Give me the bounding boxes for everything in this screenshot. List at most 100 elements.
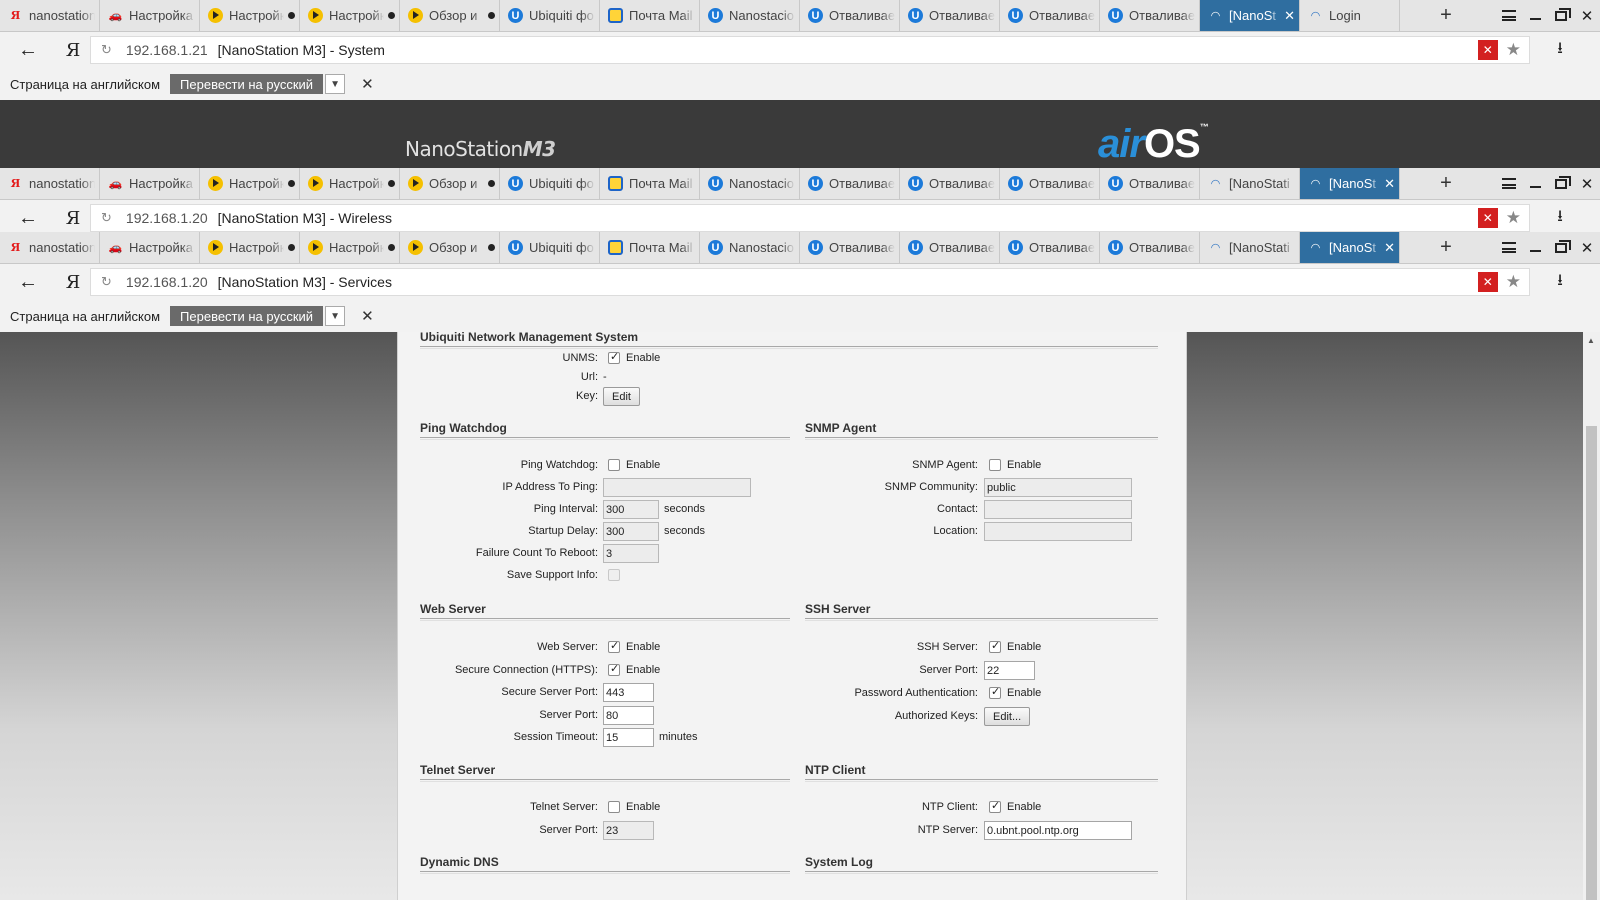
translate-close-icon[interactable]: ✕ bbox=[361, 307, 374, 325]
startup-delay-input[interactable] bbox=[603, 522, 659, 541]
reload-icon[interactable]: ↻ bbox=[101, 274, 112, 290]
authorized-keys-edit-button[interactable]: Edit... bbox=[984, 707, 1031, 726]
browser-tab[interactable]: 🚗 Настройка bbox=[100, 232, 200, 263]
url-field[interactable]: ↻ 192.168.1.20 [NanoStation M3] - Wirele… bbox=[90, 204, 1530, 232]
browser-tab[interactable]: U Отваливае bbox=[800, 0, 900, 31]
telnet-port-input[interactable] bbox=[603, 821, 654, 840]
ssh-port-input[interactable] bbox=[984, 661, 1035, 680]
web-server-checkbox[interactable] bbox=[608, 639, 620, 653]
translate-close-icon[interactable]: ✕ bbox=[361, 75, 374, 93]
browser-tab[interactable]: ◠ [NanoSt ✕ bbox=[1300, 232, 1400, 263]
contact-input[interactable] bbox=[984, 500, 1132, 519]
blocked-content-icon[interactable]: ✕ bbox=[1477, 40, 1498, 60]
ssh-server-checkbox[interactable] bbox=[989, 639, 1001, 653]
browser-tab[interactable]: Настройка bbox=[300, 0, 400, 31]
page-scrollbar[interactable]: ▲ bbox=[1583, 332, 1600, 900]
browser-tab[interactable]: 🚗 Настройка bbox=[100, 0, 200, 31]
menu-hamburger-icon[interactable] bbox=[1496, 232, 1522, 263]
failure-count-input[interactable] bbox=[603, 544, 659, 563]
browser-tab[interactable]: ◠ [NanoSt ✕ bbox=[1300, 168, 1400, 199]
browser-tab[interactable]: ◠ [NanoStati bbox=[1200, 168, 1300, 199]
download-icon[interactable]: ⭳ bbox=[1530, 269, 1590, 296]
browser-tab[interactable]: U Отваливае bbox=[1000, 168, 1100, 199]
browser-tab[interactable]: U Отваливае bbox=[800, 232, 900, 263]
browser-tab[interactable]: U Отваливае bbox=[1000, 0, 1100, 31]
browser-tab[interactable]: U Ubiquiti фо bbox=[500, 0, 600, 31]
browser-tab[interactable]: Обзор и bbox=[400, 168, 500, 199]
close-window-icon[interactable]: ✕ bbox=[1574, 168, 1600, 199]
location-input[interactable] bbox=[984, 522, 1132, 541]
browser-tab[interactable]: Почта Mail bbox=[600, 0, 700, 31]
browser-tab[interactable]: U Nanostacio bbox=[700, 0, 800, 31]
browser-tab[interactable]: U Отваливае bbox=[800, 168, 900, 199]
translate-dropdown-icon[interactable]: ▼ bbox=[325, 74, 346, 94]
restore-icon[interactable] bbox=[1548, 168, 1574, 199]
browser-tab[interactable]: ◠ [NanoSt ✕ bbox=[1200, 0, 1300, 31]
ip-to-ping-input[interactable] bbox=[603, 478, 751, 497]
reload-icon[interactable]: ↻ bbox=[101, 210, 112, 226]
new-tab-plus-icon[interactable]: + bbox=[1430, 0, 1462, 31]
back-arrow-icon[interactable]: ← bbox=[0, 207, 56, 230]
telnet-server-checkbox[interactable] bbox=[608, 801, 620, 813]
key-edit-button[interactable]: Edit bbox=[603, 387, 640, 406]
translate-button[interactable]: Перевести на русский bbox=[170, 306, 324, 326]
back-arrow-icon[interactable]: ← bbox=[0, 39, 56, 62]
browser-tab[interactable]: U Отваливае bbox=[900, 232, 1000, 263]
minimize-icon[interactable] bbox=[1522, 232, 1548, 263]
url-field[interactable]: ↻ 192.168.1.21 [NanoStation M3] - System… bbox=[90, 36, 1530, 64]
ping-watchdog-checkbox[interactable] bbox=[608, 459, 620, 471]
menu-hamburger-icon[interactable] bbox=[1496, 0, 1522, 31]
browser-tab[interactable]: U Отваливае bbox=[1100, 0, 1200, 31]
tab-close-icon[interactable]: ✕ bbox=[1384, 240, 1395, 256]
browser-tab[interactable]: U Ubiquiti фо bbox=[500, 168, 600, 199]
browser-tab[interactable]: Настройка bbox=[200, 168, 300, 199]
back-arrow-icon[interactable]: ← bbox=[0, 271, 56, 294]
close-window-icon[interactable]: ✕ bbox=[1574, 0, 1600, 31]
translate-dropdown-icon[interactable]: ▼ bbox=[325, 306, 346, 326]
snmp-agent-checkbox[interactable] bbox=[989, 459, 1001, 471]
bookmark-star-icon[interactable]: ★ bbox=[1506, 208, 1521, 228]
menu-hamburger-icon[interactable] bbox=[1496, 168, 1522, 199]
browser-tab[interactable]: 🚗 Настройка bbox=[100, 168, 200, 199]
restore-icon[interactable] bbox=[1548, 232, 1574, 263]
browser-tab[interactable]: U Отваливае bbox=[1100, 232, 1200, 263]
yandex-logo-icon[interactable]: Я bbox=[56, 40, 90, 61]
blocked-content-icon[interactable]: ✕ bbox=[1477, 208, 1498, 228]
browser-tab[interactable]: Почта Mail bbox=[600, 168, 700, 199]
browser-tab[interactable]: U Отваливае bbox=[900, 0, 1000, 31]
browser-tab[interactable]: Настройка bbox=[200, 0, 300, 31]
tab-close-icon[interactable]: ✕ bbox=[1384, 176, 1395, 192]
password-auth-checkbox[interactable] bbox=[989, 685, 1001, 699]
browser-tab[interactable]: U Отваливае bbox=[1100, 168, 1200, 199]
yandex-logo-icon[interactable]: Я bbox=[56, 272, 90, 293]
web-server-port-input[interactable] bbox=[603, 706, 654, 725]
browser-tab[interactable]: U Nanostacio bbox=[700, 232, 800, 263]
secure-port-input[interactable] bbox=[603, 683, 654, 702]
unms-enable-checkbox[interactable] bbox=[608, 350, 620, 364]
session-timeout-input[interactable] bbox=[603, 728, 654, 747]
browser-tab[interactable]: Яnanostation bbox=[0, 0, 100, 31]
snmp-community-input[interactable] bbox=[984, 478, 1132, 497]
download-icon[interactable]: ⭳ bbox=[1530, 37, 1590, 64]
ntp-client-checkbox[interactable] bbox=[989, 799, 1001, 813]
browser-tab[interactable]: Яnanostation bbox=[0, 232, 100, 263]
browser-tab[interactable]: ◠ [NanoStati bbox=[1200, 232, 1300, 263]
download-icon[interactable]: ⭳ bbox=[1530, 205, 1590, 232]
browser-tab[interactable]: ◠ Login bbox=[1300, 0, 1400, 31]
browser-tab[interactable]: U Ubiquiti фо bbox=[500, 232, 600, 263]
browser-tab[interactable]: U Отваливае bbox=[900, 168, 1000, 199]
save-support-checkbox[interactable] bbox=[608, 569, 620, 581]
scrollbar-thumb[interactable] bbox=[1586, 426, 1597, 900]
translate-button[interactable]: Перевести на русский bbox=[170, 74, 324, 94]
close-window-icon[interactable]: ✕ bbox=[1574, 232, 1600, 263]
new-tab-plus-icon[interactable]: + bbox=[1430, 232, 1462, 263]
browser-tab[interactable]: Настройка bbox=[300, 232, 400, 263]
browser-tab[interactable]: Настройка bbox=[200, 232, 300, 263]
new-tab-plus-icon[interactable]: + bbox=[1430, 168, 1462, 199]
bookmark-star-icon[interactable]: ★ bbox=[1506, 272, 1521, 292]
ntp-server-input[interactable] bbox=[984, 821, 1132, 840]
browser-tab[interactable]: U Отваливае bbox=[1000, 232, 1100, 263]
browser-tab[interactable]: Настройка bbox=[300, 168, 400, 199]
scroll-up-arrow-icon[interactable]: ▲ bbox=[1587, 336, 1595, 345]
tab-close-icon[interactable]: ✕ bbox=[1284, 8, 1295, 24]
